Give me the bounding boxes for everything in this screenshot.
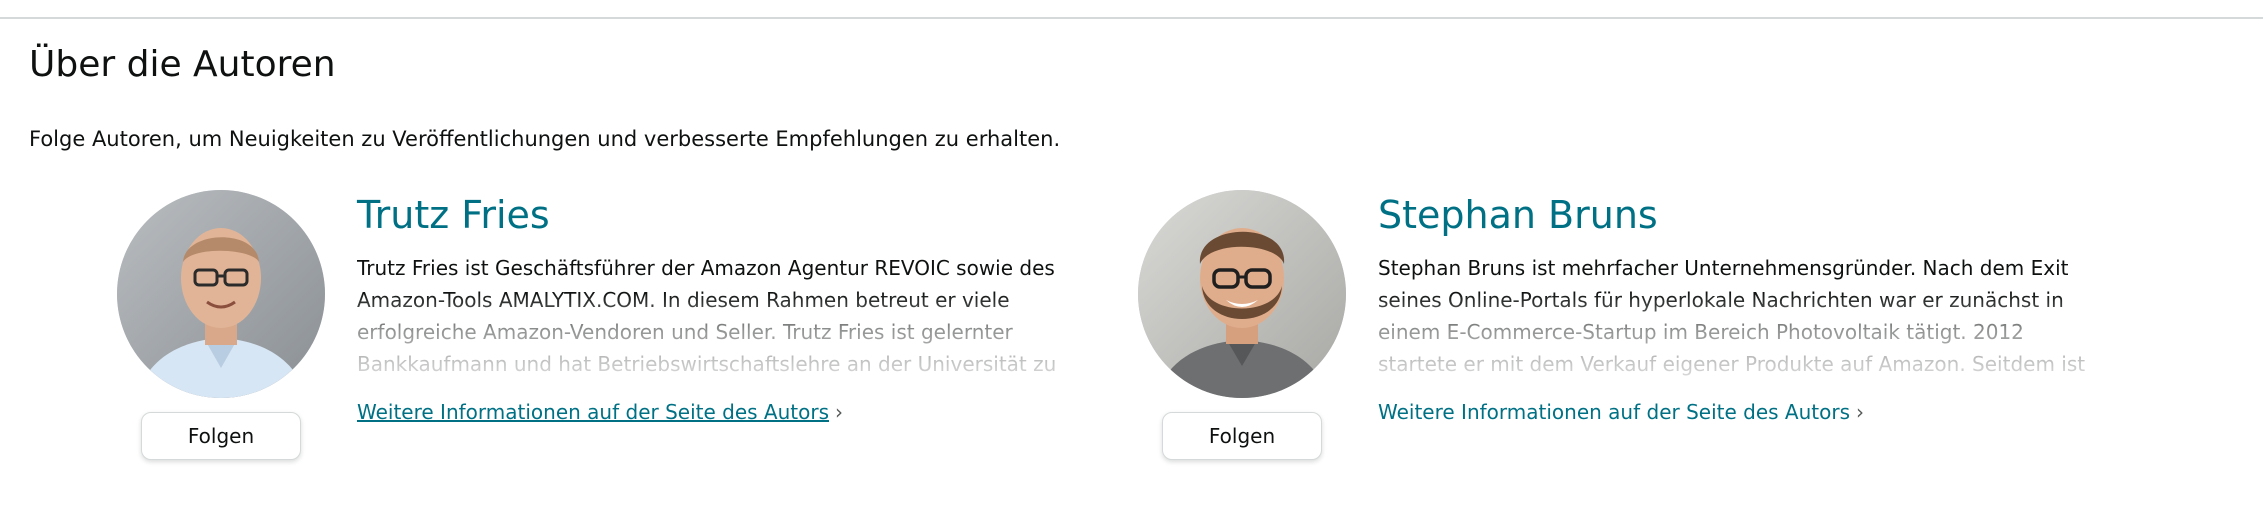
author-avatar[interactable]: [117, 190, 325, 398]
author-card: Folgen Stephan Bruns Stephan Bruns ist m…: [1138, 190, 2138, 480]
bio-line: Stephan Bruns ist mehrfacher Unternehmen…: [1378, 256, 2069, 280]
bio-line: einem E-Commerce-Startup im Bereich Phot…: [1378, 320, 2024, 344]
author-photo-stephan-bruns: [1138, 190, 1346, 398]
follow-button[interactable]: Folgen: [141, 412, 301, 460]
author-avatar[interactable]: [1138, 190, 1346, 398]
author-bio: Trutz Fries ist Geschäftsführer der Amaz…: [357, 252, 1077, 378]
bio-line: Amazon-Tools AMALYTIX.COM. In diesem Rah…: [357, 288, 1010, 312]
author-photo-trutz-fries: [117, 190, 325, 398]
bio-line: Bankkaufmann und hat Betriebswirtschafts…: [357, 352, 1057, 376]
author-bio: Stephan Bruns ist mehrfacher Unternehmen…: [1378, 252, 2098, 378]
chevron-right-icon: ›: [835, 400, 843, 424]
section-title: Über die Autoren: [29, 44, 336, 85]
author-name[interactable]: Trutz Fries: [357, 190, 550, 240]
bio-line: startete er mit dem Verkauf eigener Prod…: [1378, 352, 2086, 376]
chevron-right-icon: ›: [1856, 400, 1864, 424]
bio-line: erfolgreiche Amazon-Vendoren und Seller.…: [357, 320, 1013, 344]
section-subtitle: Folge Autoren, um Neuigkeiten zu Veröffe…: [29, 127, 1061, 151]
bio-line: Trutz Fries ist Geschäftsführer der Amaz…: [357, 256, 1055, 280]
bio-line: seines Online-Portals für hyperlokale Na…: [1378, 288, 2064, 312]
section-divider: [0, 17, 2263, 19]
author-card: Folgen Trutz Fries Trutz Fries ist Gesch…: [117, 190, 1117, 480]
follow-button[interactable]: Folgen: [1162, 412, 1322, 460]
author-name[interactable]: Stephan Bruns: [1378, 190, 1658, 240]
author-page-link-label: Weitere Informationen auf der Seite des …: [357, 400, 829, 424]
author-page-link[interactable]: Weitere Informationen auf der Seite des …: [357, 397, 843, 427]
author-page-link-label: Weitere Informationen auf der Seite des …: [1378, 400, 1850, 424]
author-page-link[interactable]: Weitere Informationen auf der Seite des …: [1378, 397, 1864, 427]
